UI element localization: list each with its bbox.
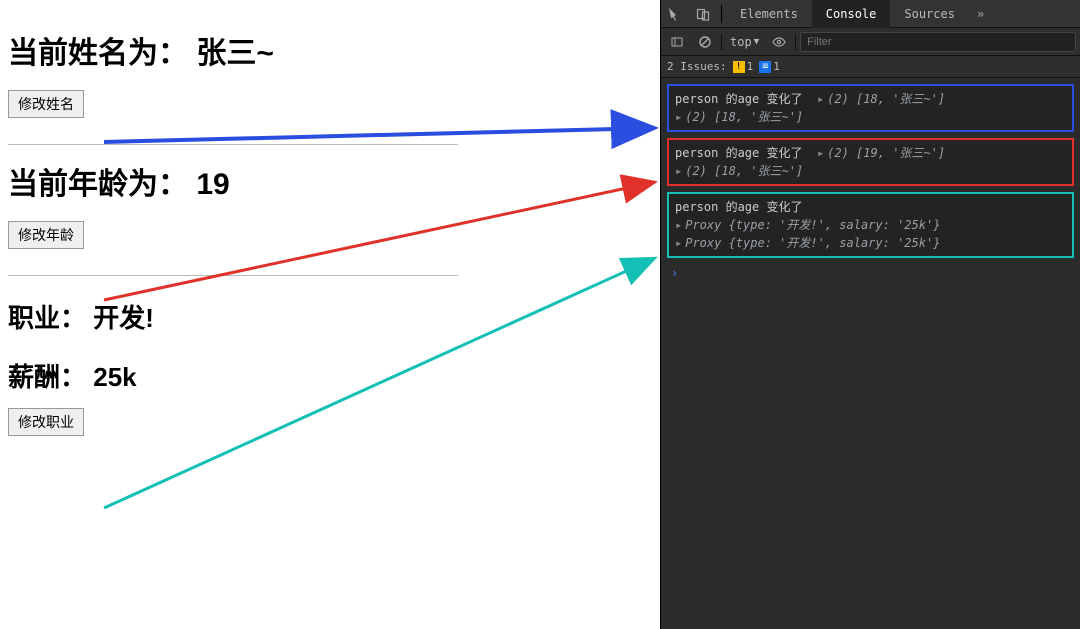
name-label: 当前姓名为： (8, 37, 188, 70)
salary-heading: 薪酬： 25k (8, 357, 652, 394)
age-label: 当前年龄为： (8, 168, 188, 201)
log-message: person 的age 变化了 (675, 92, 802, 106)
issues-warning-badge: ! 1 (733, 60, 754, 73)
expand-icon[interactable] (675, 110, 685, 124)
log-array: (2) [18, '张三~'] (827, 92, 945, 106)
expand-icon[interactable] (675, 236, 685, 250)
log-proxy: Proxy {type: '开发!', salary: '25k'} (685, 218, 940, 232)
divider (8, 275, 458, 276)
log-entry-teal[interactable]: person 的age 变化了 Proxy {type: '开发!', sala… (667, 192, 1074, 258)
tab-sources[interactable]: Sources (890, 0, 969, 28)
expand-icon[interactable] (675, 218, 685, 232)
console-filter-input[interactable] (800, 32, 1076, 52)
salary-value: 25k (93, 362, 136, 392)
context-selector-label: top (730, 35, 752, 49)
expand-icon[interactable] (817, 92, 827, 106)
issues-bar[interactable]: 2 Issues: ! 1 ≡ 1 (661, 56, 1080, 78)
age-value: 19 (196, 168, 229, 201)
issues-info-badge: ≡ 1 (759, 60, 780, 73)
log-message: person 的age 变化了 (675, 146, 802, 160)
context-selector[interactable]: top ▼ (726, 35, 763, 49)
info-icon: ≡ (759, 61, 771, 73)
log-array: (2) [19, '张三~'] (827, 146, 945, 160)
devtools-tabbar: Elements Console Sources » (661, 0, 1080, 28)
clear-console-icon[interactable] (693, 30, 717, 54)
name-value: 张三~ (196, 37, 274, 70)
issues-label: 2 Issues: (667, 60, 727, 73)
salary-label: 薪酬： (8, 362, 86, 392)
log-entry-blue[interactable]: person 的age 变化了 (2) [18, '张三~'] (2) [18,… (667, 84, 1074, 132)
log-message: person 的age 变化了 (675, 200, 802, 214)
tab-console[interactable]: Console (812, 0, 891, 28)
console-log-area: person 的age 变化了 (2) [18, '张三~'] (2) [18,… (661, 78, 1080, 286)
modify-job-button[interactable]: 修改职业 (8, 408, 84, 436)
job-label: 职业： (8, 303, 86, 333)
name-heading: 当前姓名为： 张三~ (8, 28, 652, 72)
log-proxy: Proxy {type: '开发!', salary: '25k'} (685, 236, 940, 250)
console-toolbar: top ▼ (661, 28, 1080, 56)
log-entry-red[interactable]: person 的age 变化了 (2) [19, '张三~'] (2) [18,… (667, 138, 1074, 186)
chevron-down-icon: ▼ (754, 37, 759, 47)
expand-icon[interactable] (675, 164, 685, 178)
expand-icon[interactable] (817, 146, 827, 160)
tab-elements[interactable]: Elements (726, 0, 812, 28)
log-array: (2) [18, '张三~'] (685, 164, 803, 178)
issues-info-count: 1 (773, 60, 780, 73)
live-expression-icon[interactable] (767, 30, 791, 54)
job-value: 开发! (93, 303, 154, 333)
page-content: 当前姓名为： 张三~ 修改姓名 当前年龄为： 19 修改年龄 职业： 开发! 薪… (0, 0, 660, 629)
tabs-overflow-icon[interactable]: » (969, 7, 992, 21)
modify-age-button[interactable]: 修改年龄 (8, 221, 84, 249)
age-heading: 当前年龄为： 19 (8, 159, 652, 203)
devtools-panel: Elements Console Sources » top ▼ 2 Issue… (660, 0, 1080, 629)
log-array: (2) [18, '张三~'] (685, 110, 803, 124)
job-heading: 职业： 开发! (8, 298, 652, 335)
inspect-icon[interactable] (661, 0, 689, 28)
warning-icon: ! (733, 61, 745, 73)
modify-name-button[interactable]: 修改姓名 (8, 90, 84, 118)
console-sidebar-toggle-icon[interactable] (665, 30, 689, 54)
issues-warning-count: 1 (747, 60, 754, 73)
device-toggle-icon[interactable] (689, 0, 717, 28)
console-input-prompt[interactable]: › (663, 264, 1078, 282)
divider (8, 144, 458, 145)
